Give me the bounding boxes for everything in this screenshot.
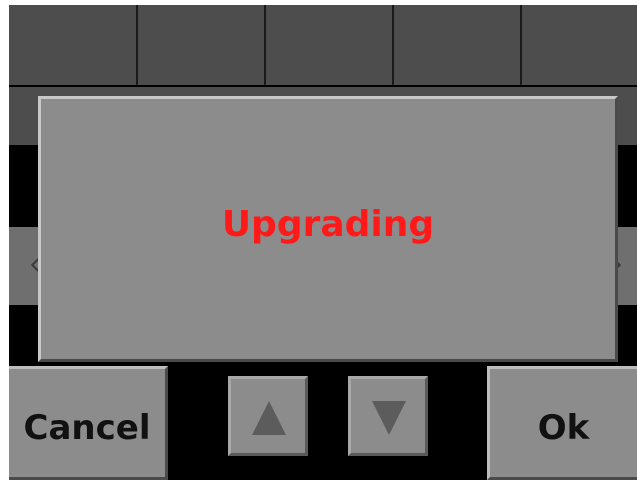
display-area: Upgrading Cancel Ok [9,5,637,480]
dialog-message: Upgrading [221,204,435,245]
arrow-down-icon [372,401,406,435]
background-grid-cell-1 [9,5,138,85]
device-screen: Upgrading Cancel Ok [0,0,637,480]
scroll-up-button[interactable] [228,376,308,456]
ok-button[interactable]: Ok [487,366,637,480]
arrow-up-icon [252,401,286,435]
scroll-down-button[interactable] [348,376,428,456]
background-grid-cell-5 [522,5,637,85]
cancel-button[interactable]: Cancel [9,366,168,480]
upgrade-dialog: Upgrading [38,96,618,362]
background-grid-cell-2 [138,5,266,85]
background-grid-cell-4 [394,5,522,85]
background-grid-cell-3 [266,5,394,85]
